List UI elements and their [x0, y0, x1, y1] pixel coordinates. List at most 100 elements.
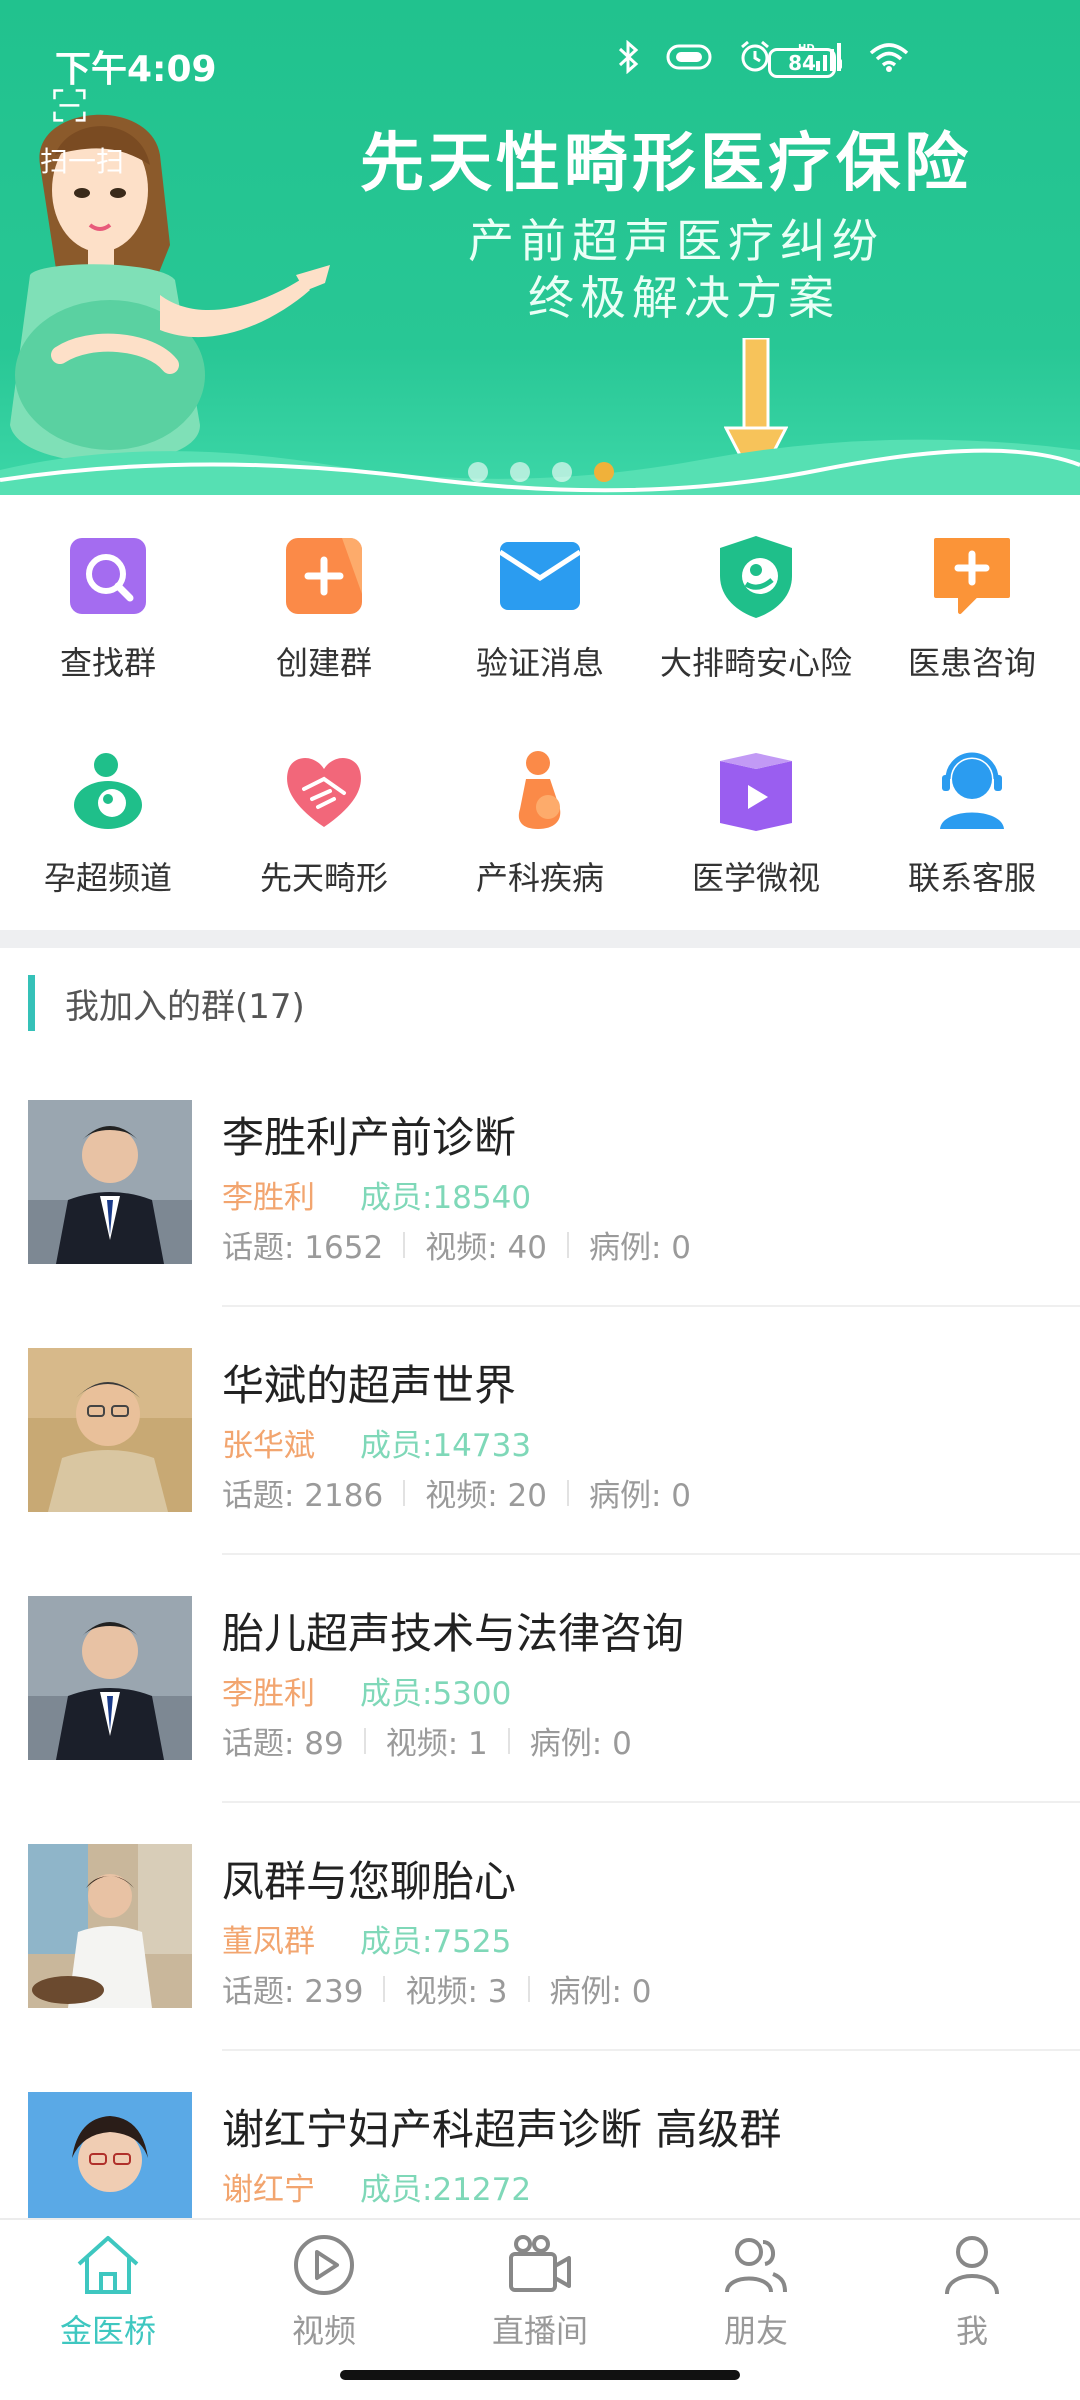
envelope-icon: [498, 542, 582, 610]
topic-count: 话题: 2186: [222, 1478, 384, 1514]
shortcut-label: 医学微视: [691, 859, 820, 897]
carousel-dot[interactable]: [468, 462, 488, 482]
group-stats: 话题: 239 视频: 3 病例: 0: [222, 1966, 652, 2011]
group-name: 谢红宁妇产科超声诊断 高级群: [222, 2105, 782, 2154]
video-book-icon: [720, 753, 792, 831]
group-owner: 李胜利: [222, 1180, 315, 1216]
topic-count: 话题: 89: [222, 1726, 344, 1762]
scan-label[interactable]: 扫一扫: [40, 140, 124, 180]
topic-count: 话题: 239: [222, 1974, 364, 2010]
bluetooth-icon: [618, 40, 639, 74]
search-icon: [70, 538, 146, 614]
avatar: [28, 1596, 192, 1760]
row-divider: [222, 1553, 1080, 1555]
shortcut-label: 先天畸形: [259, 859, 388, 897]
group-stats: 话题: 1652 视频: 40 病例: 0: [222, 1222, 691, 1267]
list-item[interactable]: 谢红宁妇产科超声诊断 高级群 谢红宁 成员:21272: [0, 2092, 1080, 2218]
row-divider: [222, 2049, 1080, 2051]
group-stats: 话题: 2186 视频: 20 病例: 0: [222, 1470, 691, 1515]
shortcut-label: 验证消息: [475, 644, 604, 682]
list-item[interactable]: 李胜利产前诊断 李胜利 成员:18540 话题: 1652 视频: 40 病例:…: [0, 1100, 1080, 1348]
carousel-dot-active[interactable]: [594, 462, 614, 482]
list-item[interactable]: 凤群与您聊胎心 董凤群 成员:7525 话题: 239 视频: 3 病例: 0: [0, 1844, 1080, 2092]
section-title: 我加入的群(17): [65, 986, 305, 1027]
shortcut-label: 孕超频道: [43, 859, 172, 897]
shortcut-insurance[interactable]: 大排畸安心险: [648, 500, 864, 700]
tab-label: 朋友: [723, 2312, 788, 2350]
home-icon: [77, 2236, 139, 2294]
shield-baby-icon: [720, 536, 792, 618]
tab-video[interactable]: 视频: [216, 2230, 432, 2352]
stat-separator: [566, 1231, 569, 1258]
shortcut-label: 创建群: [275, 644, 372, 682]
stat-separator: [363, 1727, 366, 1754]
promo-banner[interactable]: 下午4:09 HD 84 扫一扫 先天性畸形医疗保险 产前超声医疗纠纷 终极解决…: [0, 0, 1080, 495]
shortcut-label: 联系客服: [907, 859, 1036, 897]
group-owner: 张华斌: [222, 1428, 315, 1464]
shortcut-consult[interactable]: 医患咨询: [864, 500, 1080, 700]
tab-label: 金医桥: [59, 2312, 156, 2350]
shortcut-create-group[interactable]: 创建群: [216, 500, 432, 700]
tab-home[interactable]: 金医桥: [0, 2230, 216, 2352]
list-item[interactable]: 华斌的超声世界 张华斌 成员:14733 话题: 2186 视频: 20 病例:…: [0, 1348, 1080, 1596]
case-count: 病例: 0: [529, 1726, 632, 1762]
play-icon: [294, 2235, 354, 2295]
case-count: 病例: 0: [588, 1478, 691, 1514]
group-members: 成员:5300: [360, 1676, 512, 1712]
shortcut-label: 医患咨询: [907, 644, 1036, 682]
shortcut-customer-service[interactable]: 联系客服: [864, 715, 1080, 915]
video-count: 视频: 20: [425, 1478, 547, 1514]
group-owner: 谢红宁: [222, 2172, 315, 2208]
video-count: 视频: 1: [385, 1726, 488, 1762]
banner-title: 先天性畸形医疗保险: [360, 127, 972, 201]
stat-separator: [403, 1231, 406, 1258]
shortcut-obstetric[interactable]: 产科疾病: [432, 715, 648, 915]
tab-me[interactable]: 我: [864, 2230, 1080, 2352]
status-icons: HD: [616, 40, 910, 74]
stat-separator: [566, 1479, 569, 1506]
vibrate-icon: [666, 44, 712, 70]
tab-label: 视频: [291, 2312, 356, 2350]
video-count: 视频: 40: [425, 1230, 547, 1266]
group-owner: 李胜利: [222, 1676, 315, 1712]
row-divider: [222, 1305, 1080, 1307]
avatar: [28, 2092, 192, 2218]
stat-separator: [403, 1479, 406, 1506]
shortcut-congenital[interactable]: 先天畸形: [216, 715, 432, 915]
shortcut-find-group[interactable]: 查找群: [0, 500, 216, 700]
banner-subtitle-2: 终极解决方案: [528, 271, 840, 325]
home-indicator[interactable]: [340, 2370, 740, 2380]
tab-friends[interactable]: 朋友: [648, 2230, 864, 2352]
avatar: [28, 1844, 192, 2008]
stat-separator: [527, 1975, 530, 2002]
group-name: 凤群与您聊胎心: [222, 1857, 517, 1906]
stat-separator: [383, 1975, 386, 2002]
carousel-dot[interactable]: [510, 462, 530, 482]
section-header: 我加入的群(17): [28, 975, 305, 1031]
row-divider: [222, 1801, 1080, 1803]
shortcut-micro-video[interactable]: 医学微视: [648, 715, 864, 915]
video-camera-icon: [509, 2235, 571, 2292]
list-item[interactable]: 胎儿超声技术与法律咨询 李胜利 成员:5300 话题: 89 视频: 1 病例:…: [0, 1596, 1080, 1844]
shortcut-grid: 查找群 创建群 验证消息 大排畸安心险 医患咨询 孕超频道 先天畸形 产科疾病 …: [0, 500, 1080, 930]
group-name: 胎儿超声技术与法律咨询: [222, 1609, 685, 1658]
scan-icon[interactable]: [52, 88, 108, 144]
wifi-icon: [869, 43, 909, 72]
shortcut-verify-messages[interactable]: 验证消息: [432, 500, 648, 700]
tab-label: 我: [955, 2312, 988, 2350]
avatar: [28, 1348, 192, 1512]
tab-live-room[interactable]: 直播间: [432, 2230, 648, 2352]
section-accent-bar: [28, 975, 35, 1031]
shortcut-label: 查找群: [59, 644, 156, 682]
group-name: 华斌的超声世界: [222, 1361, 517, 1410]
battery-indicator: 84: [768, 48, 842, 78]
carousel-dot[interactable]: [552, 462, 572, 482]
shortcut-pregnancy-channel[interactable]: 孕超频道: [0, 715, 216, 915]
group-name: 李胜利产前诊断: [222, 1113, 517, 1162]
carousel-dots[interactable]: [468, 462, 614, 482]
support-agent-icon: [940, 752, 1004, 829]
video-count: 视频: 3: [405, 1974, 508, 2010]
group-members: 成员:14733: [360, 1428, 532, 1464]
avatar: [28, 1100, 192, 1264]
shortcut-label: 产科疾病: [475, 859, 604, 897]
